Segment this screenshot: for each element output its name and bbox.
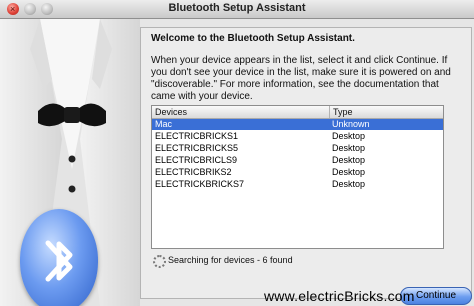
- window-title: Bluetooth Setup Assistant: [168, 2, 306, 14]
- description-line: When your device appears in the list, se…: [151, 55, 448, 66]
- device-name: ELECTRICBRICLS9: [155, 155, 238, 165]
- device-name: ELECTRICBRICKS5: [155, 143, 239, 153]
- description-line: came with your device.: [151, 91, 253, 102]
- device-name: Mac: [155, 119, 173, 129]
- panel-description: When your device appears in the list, se…: [151, 55, 463, 103]
- tuxedo-illustration: [0, 19, 140, 306]
- spinner-icon: [153, 255, 166, 268]
- device-row[interactable]: ELECTRICBRICKS5 Desktop: [152, 143, 443, 154]
- window: × Bluetooth Setup Assistant Welcome to t…: [0, 0, 474, 306]
- bluetooth-badge: [20, 209, 98, 306]
- bluetooth-icon: [45, 240, 73, 282]
- column-header-type[interactable]: Type: [329, 106, 353, 118]
- device-type: Unknown: [332, 119, 370, 129]
- device-list[interactable]: Devices Type Mac Unknown ELECTRICBRICKS1…: [151, 105, 444, 249]
- device-row[interactable]: Mac Unknown: [152, 119, 443, 130]
- device-row[interactable]: ELECTRICBRICLS9 Desktop: [152, 155, 443, 166]
- title-bar: × Bluetooth Setup Assistant: [0, 0, 474, 19]
- panel-heading: Welcome to the Bluetooth Setup Assistant…: [151, 33, 355, 44]
- search-status: Searching for devices - 6 found: [168, 255, 293, 265]
- device-type: Desktop: [332, 167, 366, 177]
- watermark-text: www.electricBricks.com: [264, 288, 415, 304]
- device-type: Desktop: [332, 155, 366, 165]
- device-name: ELECTRICKBRICKS7: [155, 179, 245, 189]
- description-line: "discoverable." For more information, se…: [151, 79, 439, 90]
- device-name: ELECTRICBRIKS2: [155, 167, 232, 177]
- device-row[interactable]: ELECTRICBRICKS1 Desktop: [152, 131, 443, 142]
- welcome-panel: Welcome to the Bluetooth Setup Assistant…: [140, 27, 472, 299]
- description-line: you don't see your device in the list, m…: [151, 67, 451, 78]
- device-type: Desktop: [332, 143, 366, 153]
- device-row[interactable]: ELECTRICBRIKS2 Desktop: [152, 167, 443, 178]
- list-header: Devices Type: [152, 106, 443, 119]
- device-type: Desktop: [332, 131, 366, 141]
- column-header-devices[interactable]: Devices: [155, 106, 187, 118]
- device-type: Desktop: [332, 179, 366, 189]
- device-row[interactable]: ELECTRICKBRICKS7 Desktop: [152, 179, 443, 190]
- device-name: ELECTRICBRICKS1: [155, 131, 239, 141]
